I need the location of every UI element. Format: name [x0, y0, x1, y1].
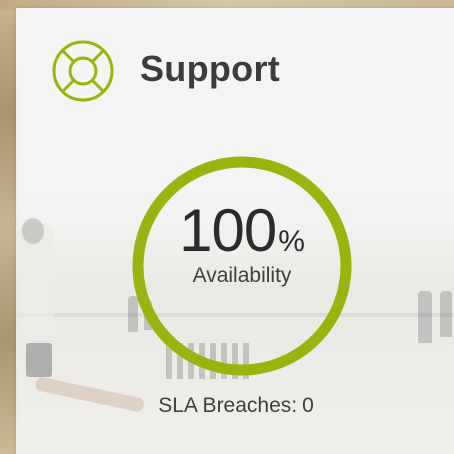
sla-breaches: SLA Breaches: 0 [16, 394, 454, 418]
support-card[interactable]: Support 100% Availability SLA Breaches: 0 [16, 8, 454, 454]
sla-label: SLA Breaches: [158, 394, 298, 417]
background-figure [440, 291, 452, 337]
gauge-value: 100% [130, 196, 354, 265]
availability-percent: 100 [179, 197, 277, 264]
lifebuoy-icon [52, 40, 114, 102]
percent-unit: % [278, 225, 305, 258]
card-title: Support [140, 48, 281, 89]
gauge-label: Availability [192, 264, 292, 287]
availability-gauge: 100% Availability [130, 154, 354, 378]
card-header: Support [50, 38, 280, 104]
background-figure [418, 291, 432, 343]
background-person-head [22, 218, 44, 244]
background-person-shorts [26, 343, 52, 377]
sla-value: 0 [302, 394, 314, 417]
